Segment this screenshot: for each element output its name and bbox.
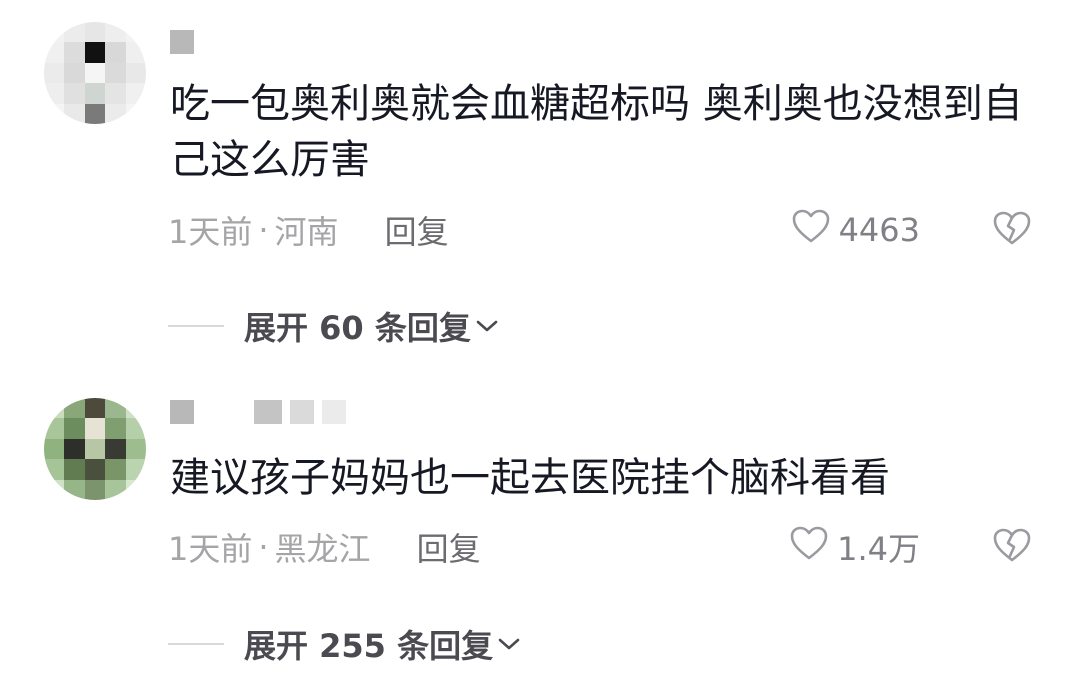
meta-separator: · — [258, 211, 269, 249]
reply-button[interactable]: 回复 — [417, 524, 481, 570]
username[interactable] — [170, 30, 194, 54]
chevron-down-icon — [497, 636, 521, 652]
location: 河南 — [274, 213, 339, 251]
comment-meta: 1天前 · 黑龙江 回复 — [168, 523, 481, 571]
like-button[interactable]: 4463 — [791, 206, 920, 254]
dislike-button[interactable] — [992, 206, 1032, 254]
like-button[interactable]: 1.4万 — [789, 523, 920, 571]
location: 黑龙江 — [274, 530, 371, 568]
expand-replies-button[interactable]: 展开 60 条回复 — [168, 302, 499, 350]
divider-line — [168, 643, 224, 645]
avatar[interactable] — [44, 22, 146, 124]
meta-separator: · — [258, 528, 269, 566]
heart-outline-icon[interactable] — [791, 208, 831, 252]
heart-outline-icon[interactable] — [789, 525, 829, 569]
broken-heart-icon[interactable] — [992, 527, 1032, 567]
comment-item: 吃一包奥利奥就会血糖超标吗 奥利奥也没想到自己这么厉害 1天前 · 河南 回复 … — [0, 0, 1080, 360]
timestamp: 1天前 — [168, 213, 253, 251]
like-count: 1.4万 — [837, 530, 920, 568]
expand-replies-label: 展开 60 条回复 — [244, 309, 471, 347]
broken-heart-icon[interactable] — [992, 210, 1032, 250]
username[interactable] — [170, 400, 346, 424]
avatar[interactable] — [44, 398, 146, 500]
reply-button[interactable]: 回复 — [385, 207, 449, 253]
dislike-button[interactable] — [992, 523, 1032, 571]
comment-item: 建议孩子妈妈也一起去医院挂个脑科看看 1天前 · 黑龙江 回复 1.4万 展开 … — [0, 360, 1080, 675]
expand-replies-label: 展开 255 条回复 — [244, 627, 494, 665]
comment-meta: 1天前 · 河南 回复 — [168, 206, 449, 254]
like-count: 4463 — [838, 211, 920, 249]
comment-text: 建议孩子妈妈也一起去医院挂个脑科看看 — [170, 455, 890, 501]
chevron-down-icon — [475, 318, 499, 334]
comment-text: 吃一包奥利奥就会血糖超标吗 奥利奥也没想到自己这么厉害 — [170, 81, 1023, 183]
expand-replies-button[interactable]: 展开 255 条回复 — [168, 620, 521, 668]
divider-line — [168, 325, 224, 327]
timestamp: 1天前 — [168, 530, 253, 568]
